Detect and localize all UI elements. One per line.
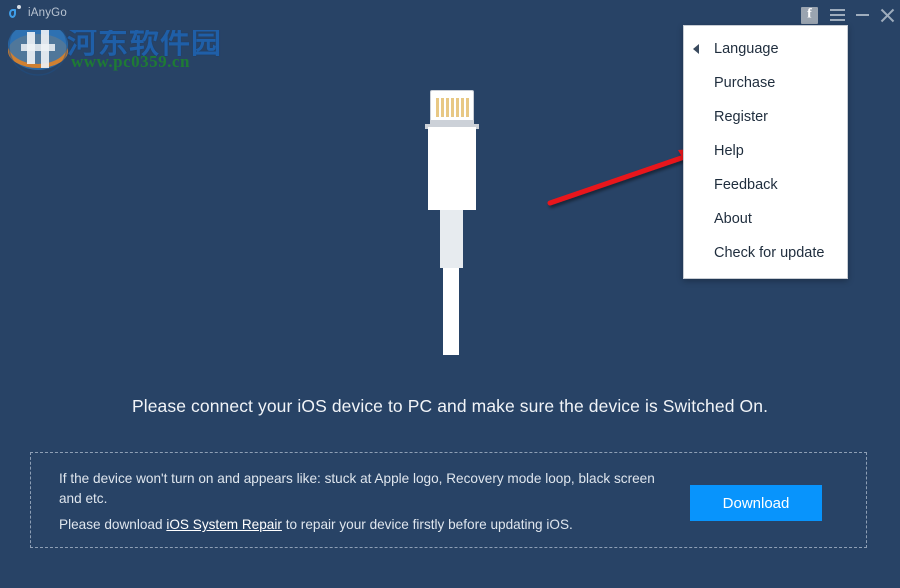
menu-item-purchase[interactable]: Purchase (684, 66, 847, 100)
facebook-glyph (800, 6, 818, 24)
notice-line-2: Please download iOS System Repair to rep… (59, 515, 679, 535)
hamburger-line (829, 19, 845, 21)
cable-wire (443, 268, 459, 355)
device-repair-notice-panel: If the device won't turn on and appears … (30, 452, 867, 548)
chevron-left-icon (693, 44, 699, 54)
app-title: iAnyGo (28, 6, 67, 19)
notice-line-1: If the device won't turn on and appears … (59, 471, 655, 506)
connect-device-instruction: Please connect your iOS device to PC and… (131, 396, 769, 416)
hamburger-line (829, 14, 845, 16)
menu-item-label: Check for update (714, 245, 825, 261)
menu-item-about[interactable]: About (684, 202, 847, 236)
menu-item-label: Help (714, 143, 744, 159)
cable-strain-relief (440, 210, 463, 268)
menu-item-help[interactable]: Help (684, 134, 847, 168)
notice-line-2-prefix: Please download (59, 517, 167, 532)
menu-item-label: Purchase (714, 75, 776, 91)
app-logo-icon (9, 5, 24, 20)
menu-item-label: Feedback (714, 177, 778, 193)
menu-item-language[interactable]: Language (684, 32, 847, 66)
ios-system-repair-link[interactable]: iOS System Repair (166, 517, 282, 532)
menu-item-feedback[interactable]: Feedback (684, 168, 847, 202)
close-icon[interactable] (874, 0, 900, 30)
app-window: iAnyGo 河东软件 (0, 0, 900, 588)
menu-item-label: Register (714, 109, 768, 125)
menu-item-label: Language (714, 41, 779, 57)
download-button[interactable]: Download (690, 485, 822, 521)
cable-connector-pins (430, 90, 474, 120)
menu-item-check-for-update[interactable]: Check for update (684, 236, 847, 270)
cable-connector-body (428, 127, 476, 210)
notice-line-2-suffix: to repair your device firstly before upd… (281, 517, 573, 532)
lightning-cable-illustration (424, 90, 480, 355)
minimize-icon[interactable] (850, 0, 874, 30)
menu-item-register[interactable]: Register (684, 100, 847, 134)
app-brand: iAnyGo (9, 5, 67, 20)
app-dropdown-menu[interactable]: Language Purchase Register Help Feedback… (683, 25, 848, 279)
menu-item-label: About (714, 211, 752, 227)
notice-text-block: If the device won't turn on and appears … (59, 469, 679, 535)
watermark-site-url: www.pc0359.cn (71, 52, 190, 71)
hamburger-line (829, 9, 845, 11)
minimize-line (855, 14, 869, 16)
